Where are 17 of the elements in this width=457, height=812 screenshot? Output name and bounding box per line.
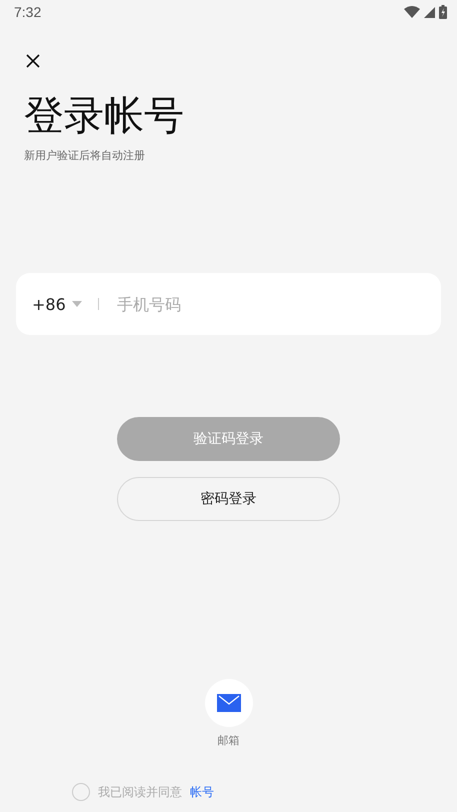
password-login-button[interactable]: 密码登录 — [117, 477, 340, 521]
agreement-text: 我已阅读并同意 — [98, 784, 182, 800]
status-time: 7:32 — [14, 4, 42, 20]
caret-icon — [72, 301, 82, 307]
email-login-button[interactable] — [204, 679, 252, 727]
page-subtitle: 新用户验证后将自动注册 — [24, 148, 146, 163]
envelope-icon — [216, 694, 240, 712]
email-login-label: 邮箱 — [218, 733, 240, 748]
battery-icon — [439, 5, 447, 19]
signal-icon — [424, 6, 435, 18]
country-code-selector[interactable]: +86 — [32, 294, 82, 314]
agreement-link[interactable]: 帐号 — [190, 784, 214, 800]
agreement-checkbox[interactable] — [72, 783, 90, 801]
close-icon[interactable] — [24, 52, 42, 70]
phone-input-field[interactable]: +86 手机号码 — [16, 273, 441, 335]
page-title: 登录帐号 — [24, 92, 185, 140]
wifi-icon — [404, 6, 420, 18]
